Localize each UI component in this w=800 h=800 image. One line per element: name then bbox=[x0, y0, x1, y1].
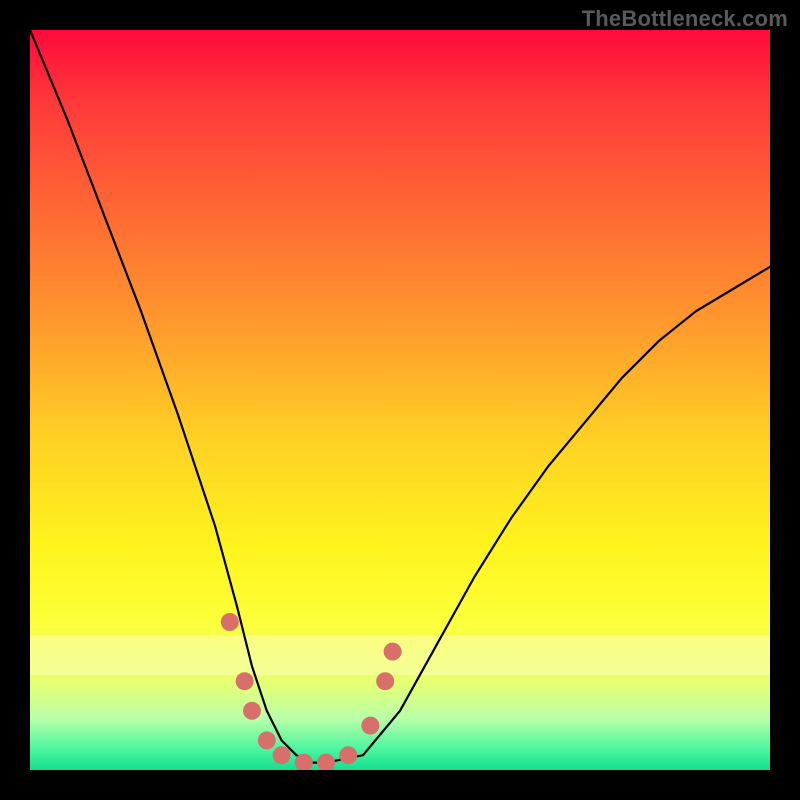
marker-dot bbox=[273, 746, 291, 764]
marker-dot bbox=[361, 717, 379, 735]
marker-dot bbox=[339, 746, 357, 764]
watermark-text: TheBottleneck.com bbox=[582, 6, 788, 32]
marker-dot bbox=[376, 672, 394, 690]
plot-area bbox=[30, 30, 770, 770]
marker-dot bbox=[236, 672, 254, 690]
chart-svg bbox=[30, 30, 770, 770]
marker-dot bbox=[317, 754, 335, 770]
marker-dot bbox=[221, 613, 239, 631]
marker-dot bbox=[258, 731, 276, 749]
marker-dot bbox=[243, 702, 261, 720]
marker-dot bbox=[384, 643, 402, 661]
marker-group bbox=[221, 613, 402, 770]
chart-frame: TheBottleneck.com bbox=[0, 0, 800, 800]
